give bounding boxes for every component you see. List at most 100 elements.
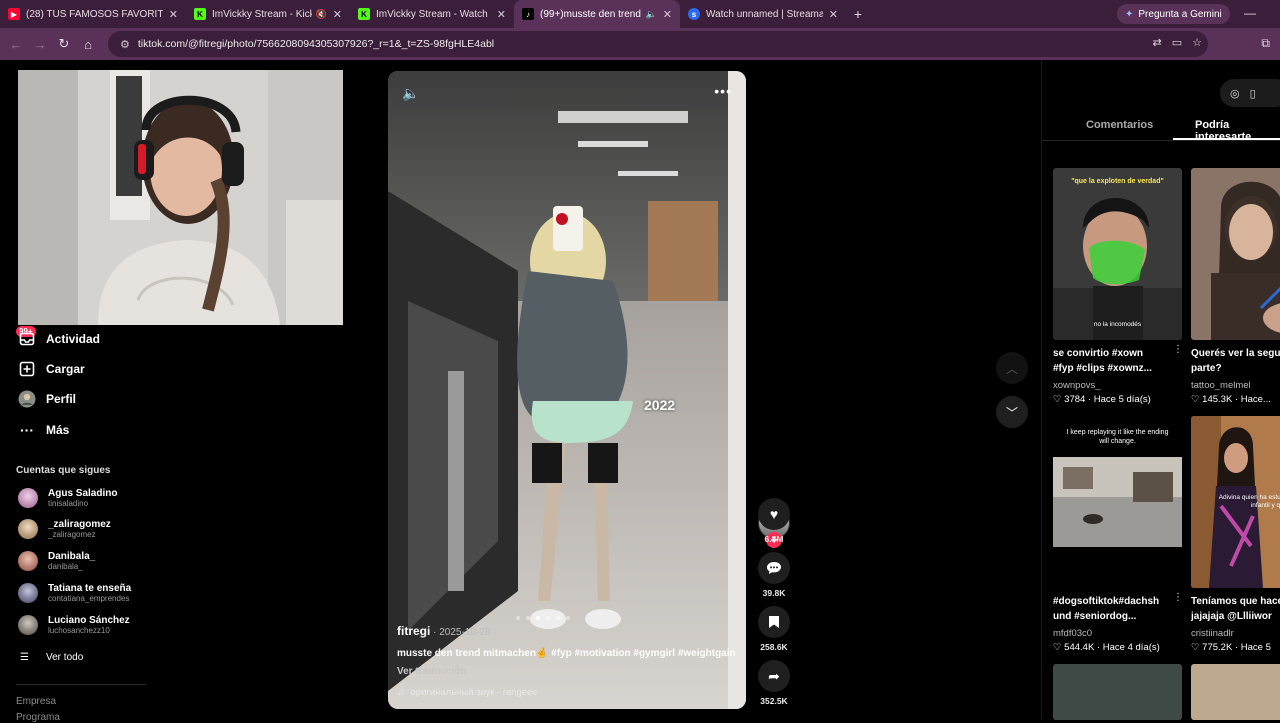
profile-icon [18,390,36,408]
related-video-thumbnail[interactable]: Adivina quien ha estu educación infantil… [1191,416,1280,588]
address-bar[interactable]: ⚙ tiktok.com/@fitregi/photo/756620809430… [108,31,1208,57]
avatar [18,551,38,571]
sidebar-item-perfil[interactable]: Perfil [18,390,76,408]
following-item[interactable]: Luciano Sánchez luchosanchezz10 [18,615,130,635]
browser-tab-streamable[interactable]: s Watch unnamed | Streamable ✕ [680,0,846,28]
video-author[interactable]: fitregi · 2025-10-28 [397,624,490,638]
related-video-thumbnail[interactable] [1191,664,1280,720]
panel-tools: ◎ ▯ [1220,79,1280,107]
translate-icon[interactable]: ⇄ [1153,36,1162,49]
following-item[interactable]: Tatiana te enseña contatiana_emprendes [18,583,131,603]
related-video-title[interactable]: Teníamos que hace [1191,594,1280,609]
related-video-title[interactable]: se convirtio #xown [1053,346,1171,361]
heart-outline-icon: ♡ [1053,394,1062,405]
card-more-icon[interactable]: ⋮ [1173,344,1183,355]
gemini-icon: ✦ [1125,8,1134,20]
sidebar-item-label: Cargar [46,362,85,376]
following-item[interactable]: Agus Saladino tinisaladino [18,488,117,508]
like-button[interactable]: ♥ 6.8M [758,498,790,544]
more-options-icon[interactable]: ••• [714,83,732,99]
close-tab-icon[interactable]: ✕ [829,8,838,21]
related-video-meta: ♡ 544.4K · Hace 4 día(s) [1053,642,1160,653]
next-video-button[interactable]: ﹀ [996,396,1028,428]
share-button[interactable]: ➦ 352.5K [758,660,790,706]
tab-comentarios[interactable]: Comentarios [1086,119,1153,131]
sidebar-item-actividad[interactable]: Actividad [18,330,100,348]
sidebar-divider [16,684,146,685]
save-count: 258.6K [760,642,788,652]
related-video-user[interactable]: tattoo_melmel [1191,380,1251,391]
webcam-overlay [18,70,343,325]
following-name: _zaliragomez [48,519,111,530]
browser-tab-kick-dash[interactable]: K ImVickky Stream - Kick Dash 🔇 ✕ [186,0,350,28]
related-video-thumbnail[interactable]: "que la exploten de verdad" no la incomo… [1053,168,1182,340]
footer-link-empresa[interactable]: Empresa [16,696,56,707]
browser-tab-tiktok[interactable]: ♪ (99+)musste den trend mit 🔈 ✕ [514,0,680,28]
new-tab-button[interactable]: + [846,6,870,22]
device-icon[interactable]: ▯ [1250,87,1256,100]
cast-icon[interactable]: ▭ [1172,36,1182,49]
related-video-title[interactable]: Querés ver la segu [1191,346,1280,361]
comment-button[interactable]: 39.8K [758,552,790,598]
back-icon[interactable]: ← [4,37,28,52]
sidebar-item-cargar[interactable]: Cargar [18,360,85,378]
list-icon: ☰ [20,652,29,663]
related-video-title-line2[interactable]: und #seniordog... [1053,609,1171,624]
music-note-icon: ♫ [397,687,405,698]
post-age: Hace... [1240,394,1271,405]
browser-tab-kick-live[interactable]: K ImVickky Stream - Watch Live on ✕ [350,0,514,28]
heart-outline-icon: ♡ [1053,642,1062,653]
speaker-icon[interactable]: 🔈 [646,9,657,20]
sidebar-item-mas[interactable]: ··· Más [18,421,69,439]
compass-icon[interactable]: ◎ [1230,87,1240,100]
minimize-icon[interactable]: — [1244,6,1256,20]
video-text-overlay: 2022 [644,397,676,413]
following-item[interactable]: _zaliragomez _zaliragomez [18,519,111,539]
footer-link-programa[interactable]: Programa [16,712,60,723]
related-video-user[interactable]: mfdf03c0 [1053,628,1092,639]
translate-link[interactable]: Ver traducción [397,666,466,677]
close-tab-icon[interactable]: ✕ [497,8,506,21]
related-video-thumbnail[interactable] [1191,168,1280,340]
related-video-title[interactable]: #dogsoftiktok#dachsh [1053,594,1171,609]
sidebar-item-label: Actividad [46,332,101,346]
close-tab-icon[interactable]: ✕ [663,8,672,21]
reload-icon[interactable]: ↻ [52,36,76,52]
close-tab-icon[interactable]: ✕ [333,8,342,21]
related-video-thumbnail[interactable] [1053,664,1182,720]
video-player[interactable]: 🔈 ••• 2022 fitregi · 2025-10-28 musste d… [388,71,746,709]
bookmark-star-icon[interactable]: ☆ [1192,36,1202,49]
following-item[interactable]: Danibala_ danibala_ [18,551,95,571]
close-tab-icon[interactable]: ✕ [169,8,178,21]
related-video-user[interactable]: cristiinadlr [1191,628,1234,639]
extensions-icon[interactable]: ⧉ [1261,36,1270,51]
volume-icon[interactable]: 🔈 [402,85,419,102]
webcam-image [18,70,343,325]
gemini-button[interactable]: ✦ Pregunta a Gemini [1117,4,1230,24]
related-video-title-line2[interactable]: parte? [1191,361,1280,376]
home-icon[interactable]: ⌂ [76,37,100,52]
post-date: · 2025-10-28 [430,627,491,638]
site-info-icon[interactable]: ⚙ [120,38,130,51]
tab-divider [1042,140,1280,141]
thumbnail-overlay-text: Adivina quien ha estu educación infantil… [1218,494,1280,509]
card-more-icon[interactable]: ⋮ [1173,592,1183,603]
forward-icon[interactable]: → [28,37,52,52]
avatar [18,615,38,635]
related-video-title-line2[interactable]: jajajaja @Llliiwor [1191,609,1280,624]
following-username: luchosanchezz10 [48,626,110,635]
mute-icon[interactable]: 🔇 [316,9,327,20]
following-name: Danibala_ [48,551,96,562]
sound-link[interactable]: ♫ оригинальный звук - rangeee [397,687,538,698]
see-all-link[interactable]: ☰ Ver todo [20,652,83,663]
related-video-user[interactable]: xownpovs_ [1053,380,1101,391]
like-count: 3784 [1064,394,1086,405]
save-button[interactable]: 258.6K [758,606,790,652]
previous-video-button[interactable]: ︿ [996,352,1028,384]
heart-outline-icon: ♡ [1191,394,1200,405]
related-video-thumbnail[interactable]: I keep replaying it like the ending will… [1053,416,1182,588]
following-username: contatiana_emprendes [48,594,130,603]
related-video-title-line2[interactable]: #fyp #clips #xownz... [1053,361,1171,376]
browser-tab-youtube[interactable]: ▶ (28) TUS FAMOSOS FAVORITOS ✕ [0,0,186,28]
photo-carousel-dots[interactable] [516,616,570,620]
